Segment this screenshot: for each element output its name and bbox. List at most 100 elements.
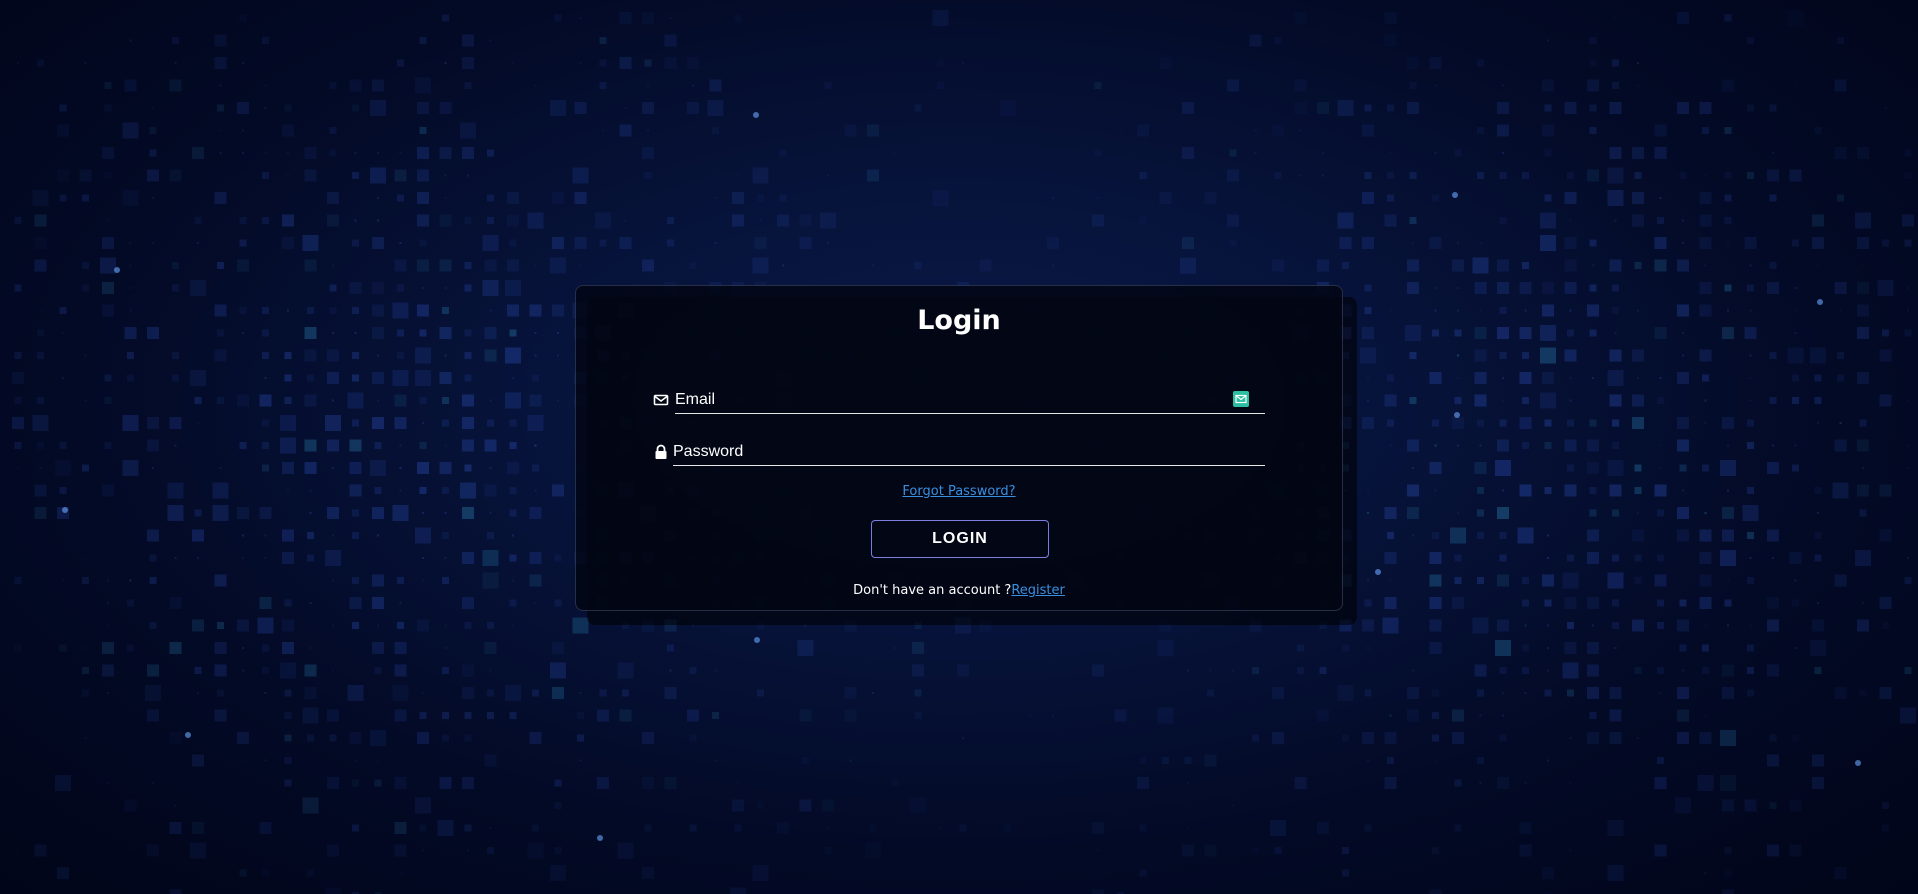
background-tile xyxy=(352,532,359,539)
background-tile xyxy=(1587,687,1599,699)
background-tile xyxy=(172,352,179,359)
background-tile xyxy=(1139,869,1147,877)
background-tile xyxy=(487,194,494,202)
background-tile xyxy=(1477,172,1484,179)
background-tile xyxy=(824,82,832,89)
background-tile xyxy=(1157,640,1174,656)
background-tile xyxy=(1814,487,1822,494)
background-tile xyxy=(1632,214,1644,227)
background-tile xyxy=(1502,692,1504,694)
background-tile xyxy=(1859,689,1867,697)
background-tile xyxy=(129,287,132,289)
background-tile xyxy=(1297,644,1304,652)
background-tile xyxy=(734,824,742,832)
background-tile xyxy=(505,685,521,701)
background-tile xyxy=(1432,194,1439,202)
background-tile xyxy=(1614,332,1617,334)
background-tile xyxy=(59,307,67,314)
background-tile xyxy=(1474,372,1487,384)
background-tile xyxy=(689,262,697,269)
background-tile xyxy=(484,484,497,497)
background-tile xyxy=(214,57,227,69)
background-tile xyxy=(442,487,449,494)
background-tile xyxy=(1452,417,1464,429)
background-glow xyxy=(1452,192,1458,198)
background-tile xyxy=(912,642,924,654)
register-link[interactable]: Register xyxy=(1011,583,1065,598)
background-tile xyxy=(869,824,877,832)
background-tile xyxy=(1457,287,1459,289)
background-tile xyxy=(962,737,964,739)
background-tile xyxy=(487,217,494,224)
background-tile xyxy=(282,529,294,542)
background-tile xyxy=(1742,505,1759,521)
background-tile xyxy=(669,17,672,19)
background-tile xyxy=(169,79,182,92)
background-tile xyxy=(1587,462,1599,474)
background-tile xyxy=(1679,464,1687,472)
background-tile xyxy=(512,579,514,582)
background-tile xyxy=(1409,352,1417,359)
background-tile xyxy=(127,644,134,652)
background-tile xyxy=(37,329,44,337)
background-tile xyxy=(104,82,112,89)
forgot-password-link[interactable]: Forgot Password? xyxy=(902,484,1015,499)
background-tile xyxy=(169,642,182,654)
background-tile xyxy=(1882,824,1889,832)
background-tile xyxy=(1659,467,1662,469)
background-tile xyxy=(12,372,24,384)
background-tile xyxy=(1409,82,1417,89)
background-tile xyxy=(489,827,492,829)
background-tile xyxy=(1362,417,1374,429)
background-tile xyxy=(1367,399,1369,402)
background-tile xyxy=(622,689,629,697)
background-tile xyxy=(394,664,407,677)
background-tile xyxy=(352,352,359,359)
background-tile xyxy=(17,62,19,64)
background-tile xyxy=(1699,732,1712,744)
background-tile xyxy=(527,842,544,859)
background-tile xyxy=(1879,484,1892,497)
background-tile xyxy=(1272,124,1284,137)
background-tile xyxy=(304,439,317,452)
background-tile xyxy=(1607,865,1624,881)
background-tile xyxy=(1457,354,1459,357)
background-tile xyxy=(1769,352,1777,359)
background-tile xyxy=(1542,124,1554,137)
background-tile xyxy=(1432,419,1439,427)
background-tile xyxy=(1704,714,1707,717)
background-tile xyxy=(1857,327,1869,339)
background-tile xyxy=(552,192,564,204)
background-tile xyxy=(487,689,494,697)
background-tile xyxy=(415,370,431,386)
background-tile xyxy=(129,579,132,582)
background-tile xyxy=(1699,214,1712,227)
background-tile xyxy=(14,644,22,652)
background-tile xyxy=(169,597,182,609)
background-tile xyxy=(1677,709,1689,722)
background-tile xyxy=(59,194,67,202)
autofill-icon[interactable] xyxy=(1233,391,1249,407)
background-tile xyxy=(1407,439,1419,452)
background-tile xyxy=(1637,309,1639,312)
background-tile xyxy=(732,799,744,812)
background-tile xyxy=(1187,782,1189,784)
background-tile xyxy=(1767,529,1779,542)
background-tile xyxy=(1747,104,1754,112)
background-tile xyxy=(1724,284,1732,292)
email-field-group xyxy=(653,386,1265,416)
background-tile xyxy=(284,397,292,404)
background-tile xyxy=(1252,847,1259,854)
background-tile xyxy=(1632,619,1644,632)
background-tile xyxy=(1589,712,1597,719)
background-tile xyxy=(482,550,499,566)
background-tile xyxy=(1904,239,1912,247)
password-input[interactable] xyxy=(673,438,1265,466)
login-button[interactable]: LOGIN xyxy=(871,520,1049,558)
background-tile xyxy=(419,442,427,449)
background-tile xyxy=(1812,214,1824,227)
background-tile xyxy=(1677,372,1689,384)
email-input[interactable] xyxy=(675,386,1265,414)
background-tile xyxy=(1339,237,1352,249)
background-tile xyxy=(1632,349,1644,362)
